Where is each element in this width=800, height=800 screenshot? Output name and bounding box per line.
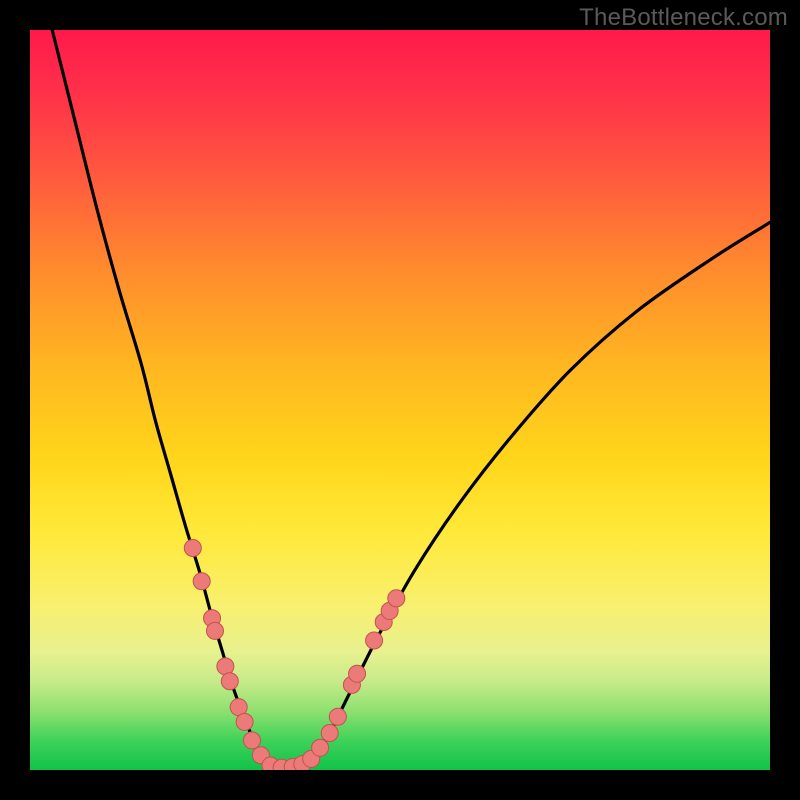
plot-area bbox=[30, 30, 770, 770]
watermark-label: TheBottleneck.com bbox=[579, 4, 788, 32]
marker-layer bbox=[184, 539, 405, 770]
data-marker bbox=[321, 724, 338, 741]
chart-overlay bbox=[30, 30, 770, 770]
data-marker bbox=[184, 539, 201, 556]
data-marker bbox=[206, 622, 223, 639]
data-marker bbox=[349, 665, 366, 682]
data-marker bbox=[236, 713, 253, 730]
data-marker bbox=[366, 632, 383, 649]
data-marker bbox=[221, 673, 238, 690]
data-marker bbox=[388, 590, 405, 607]
data-marker bbox=[193, 573, 210, 590]
data-marker bbox=[329, 708, 346, 725]
data-marker bbox=[312, 739, 329, 756]
bottleneck-curve bbox=[52, 30, 770, 769]
data-marker bbox=[243, 732, 260, 749]
chart-stage: TheBottleneck.com bbox=[0, 0, 800, 800]
